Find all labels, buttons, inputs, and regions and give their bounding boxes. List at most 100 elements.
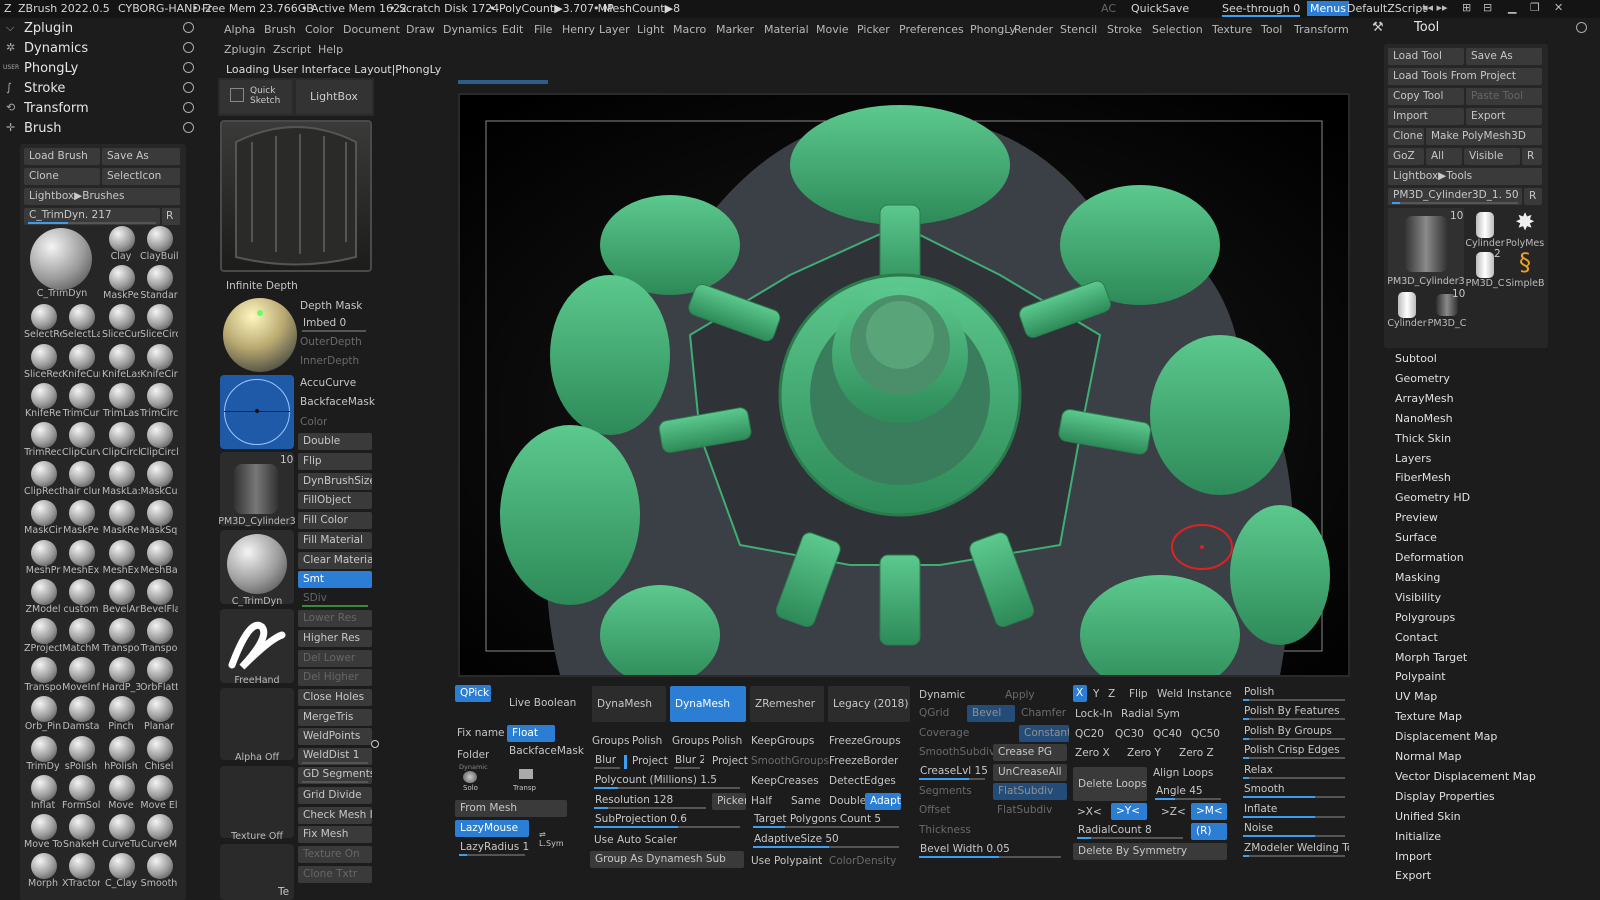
brush-item[interactable]: ClipCircl — [102, 420, 140, 458]
offset-slider[interactable]: Offset — [919, 804, 951, 816]
menu-draw[interactable]: Draw — [406, 23, 435, 36]
palette-stroke[interactable]: ∫ Stroke — [0, 78, 200, 98]
lsym-toggle[interactable]: ⇌ L.Sym — [539, 830, 564, 848]
live-boolean-toggle[interactable]: Live Boolean — [509, 697, 576, 709]
use-auto-scaler-toggle[interactable]: Use Auto Scaler — [594, 834, 677, 846]
subpalette-polypaint[interactable]: Polypaint — [1395, 670, 1446, 683]
zmodeler-welding-slider[interactable]: ZModeler Welding Toler — [1239, 841, 1349, 858]
project-toggle[interactable]: Project — [632, 755, 668, 767]
subpalette-preview[interactable]: Preview — [1395, 511, 1438, 524]
subpalette-fibermesh[interactable]: FiberMesh — [1395, 471, 1451, 484]
stroke-type-thumbnail[interactable] — [220, 609, 294, 683]
tool-thumbnail[interactable]: 10 — [220, 452, 294, 526]
pin-icon[interactable] — [183, 62, 194, 73]
transp-icon[interactable] — [519, 769, 533, 779]
brush-item[interactable]: sPolish — [62, 734, 100, 772]
brush-item[interactable]: Smooth — [140, 851, 178, 889]
brush-item[interactable]: ZProject — [24, 616, 62, 654]
constant-toggle[interactable]: Constant — [1019, 725, 1069, 742]
quick-sketch-button[interactable]: Quick Sketch — [220, 80, 292, 114]
from-mesh-button[interactable]: From Mesh — [455, 800, 567, 817]
subpalette-deformation[interactable]: Deformation — [1395, 551, 1464, 564]
brush-item[interactable]: hPolish — [102, 734, 140, 772]
menu-light[interactable]: Light — [637, 23, 664, 36]
palette-brush[interactable]: ✛ Brush — [0, 118, 200, 138]
flat-subdiv-button[interactable]: FlatSubdiv — [993, 783, 1067, 800]
gd-segments-slider[interactable]: GD Segments 3 — [298, 767, 372, 784]
higher-res-button[interactable]: Higher Res — [298, 630, 372, 647]
groups-toggle[interactable]: Groups — [592, 735, 629, 747]
close-holes-button[interactable]: Close Holes — [298, 689, 372, 706]
dynamic-label[interactable]: Dynamic — [919, 689, 965, 701]
close-icon[interactable]: ✕ — [1554, 1, 1563, 14]
smt-toggle[interactable]: Smt — [298, 571, 372, 588]
menu-stencil[interactable]: Stencil — [1060, 23, 1097, 36]
default-zscript-button[interactable]: DefaultZScript — [1347, 2, 1427, 15]
coverage-slider[interactable]: Coverage — [919, 727, 969, 739]
smooth-groups-toggle[interactable]: SmoothGroups — [751, 755, 829, 767]
polish2-toggle[interactable]: Polish — [712, 735, 742, 747]
detect-edges-toggle[interactable]: DetectEdges — [829, 775, 896, 787]
chamfer-toggle[interactable]: Chamfer — [1021, 707, 1066, 719]
same-button[interactable]: Same — [791, 795, 821, 807]
sym-flip-button[interactable]: Flip — [1129, 688, 1148, 700]
brush-item[interactable]: C_Clay — [102, 851, 140, 889]
double-button[interactable]: Double — [829, 795, 866, 807]
brush-item[interactable]: CurveM — [140, 812, 178, 850]
brush-item[interactable]: SnakeH — [62, 812, 100, 850]
blur-slider[interactable]: Blur — [590, 753, 624, 770]
dynamesh-tab[interactable]: DynaMesh — [592, 686, 666, 722]
flip-toggle[interactable]: Flip — [298, 453, 372, 470]
viewport-canvas[interactable] — [458, 93, 1350, 695]
menu-henry[interactable]: Henry — [562, 23, 595, 36]
radial-count-slider[interactable]: RadialCount 8 — [1073, 823, 1187, 840]
sym-y-toggle[interactable]: Y — [1093, 688, 1099, 700]
brush-item[interactable]: Morph — [24, 851, 62, 889]
brush-item[interactable]: Move El — [140, 773, 178, 811]
subpalette-unified-skin[interactable]: Unified Skin — [1395, 810, 1461, 823]
grid-divide-button[interactable]: Grid Divide — [298, 787, 372, 804]
solo-icon[interactable] — [463, 771, 477, 783]
brush-item[interactable]: CurveTu — [102, 812, 140, 850]
menu-edit[interactable]: Edit — [502, 23, 523, 36]
weld-points-button[interactable]: WeldPoints — [298, 728, 372, 745]
brush-item[interactable]: SliceCur — [102, 302, 140, 340]
subpalette-uv-map[interactable]: UV Map — [1395, 690, 1437, 703]
pin-icon[interactable] — [183, 122, 194, 133]
palette-phongly[interactable]: USER PhongLy — [0, 58, 200, 78]
brush-thumbnail[interactable] — [220, 530, 294, 604]
ac-indicator[interactable]: AC — [1101, 2, 1116, 15]
zero-z-button[interactable]: Zero Z — [1179, 747, 1214, 759]
merge-tris-button[interactable]: MergeTris — [298, 709, 372, 726]
brush-item[interactable]: MaskPe — [62, 498, 100, 536]
subpalette-geometry-hd[interactable]: Geometry HD — [1395, 491, 1470, 504]
qc50-button[interactable]: QC50 — [1191, 728, 1220, 740]
picker-button[interactable]: Picker — [712, 793, 746, 810]
clear-material-button[interactable]: Clear Material — [298, 552, 372, 569]
blur2-slider[interactable]: Blur 2 — [670, 753, 704, 770]
resolution-slider[interactable]: Resolution 128 — [590, 793, 710, 810]
brush-item[interactable]: Pinch — [102, 694, 140, 732]
menu-tool[interactable]: Tool — [1261, 23, 1282, 36]
menu-preferences[interactable]: Preferences — [899, 23, 964, 36]
radial-sym-toggle[interactable]: Radial Sym — [1121, 708, 1180, 720]
subpalette-subtool[interactable]: Subtool — [1395, 352, 1437, 365]
subpalette-geometry[interactable]: Geometry — [1395, 372, 1450, 385]
brush-item[interactable]: XTractor — [62, 851, 100, 889]
fill-material-button[interactable]: Fill Material — [298, 532, 372, 549]
subpalette-vector-displacement-map[interactable]: Vector Displacement Map — [1395, 770, 1536, 783]
menu-layer[interactable]: Layer — [599, 23, 630, 36]
accucurve-toggle[interactable]: AccuCurve — [300, 377, 356, 389]
sym-x-toggle[interactable]: X — [1073, 685, 1087, 702]
menu-stroke[interactable]: Stroke — [1107, 23, 1142, 36]
brush-item[interactable]: MaskRe — [102, 498, 140, 536]
polish-toggle[interactable]: Polish — [632, 735, 662, 747]
crease-level-slider[interactable]: CreaseLvl 15 — [915, 764, 989, 781]
backface-mask-toggle[interactable]: BackfaceMask — [300, 396, 375, 408]
dyn-brush-size-toggle[interactable]: DynBrushSize — [298, 473, 372, 490]
brush-item[interactable]: Planar — [140, 694, 178, 732]
brush-item[interactable]: MaskCu — [140, 459, 178, 497]
menu-render[interactable]: Render — [1014, 23, 1053, 36]
polish-crisp-edges-slider[interactable]: Polish Crisp Edges — [1239, 743, 1349, 760]
brush-item[interactable]: FormSol — [62, 773, 100, 811]
